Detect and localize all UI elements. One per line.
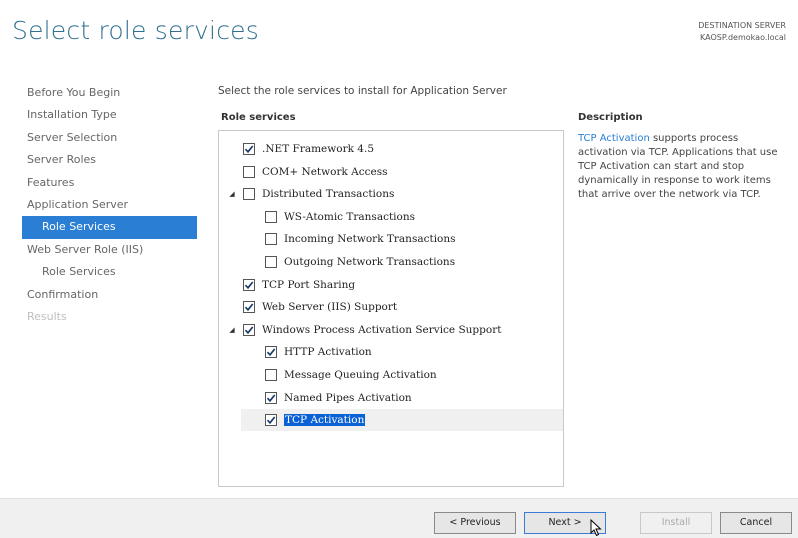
role-service-label: COM+ Network Access [262,165,388,178]
role-service-row[interactable]: Web Server (IIS) Support [219,296,563,318]
nav-application-server[interactable]: Application Server [22,194,197,216]
checkmark-icon [244,303,254,312]
cancel-button[interactable]: Cancel [720,512,792,534]
install-button: Install [640,512,712,534]
nav-web-role-services[interactable]: Role Services [22,261,197,283]
role-services-tree[interactable]: .NET Framework 4.5 COM+ Network Access ◢ Di… [218,130,564,487]
nav-features[interactable]: Features [22,172,197,194]
role-service-label: TCP Port Sharing [262,278,356,291]
role-service-checkbox[interactable] [265,256,277,268]
role-service-checkbox[interactable] [265,233,277,246]
role-service-label: WS-Atomic Transactions [284,210,416,223]
role-service-checkbox[interactable] [265,391,277,404]
role-service-row[interactable]: ◢ Distributed Transactions [219,183,563,205]
description-link[interactable]: TCP Activation [578,133,650,144]
role-service-checkbox[interactable] [243,165,255,178]
role-service-checkbox[interactable] [265,369,277,381]
role-service-label: .NET Framework 4.5 [262,143,374,155]
role-service-checkbox[interactable] [243,301,255,314]
destination-server-name: KAOSP.demokao.local [700,33,786,42]
role-service-checkbox[interactable] [265,210,277,223]
role-service-row[interactable]: TCP Port Sharing [219,274,563,296]
page-title: Select role services [12,16,259,45]
role-service-label: Distributed Transactions [262,188,395,201]
nav-before-you-begin[interactable]: Before You Begin [22,82,197,104]
instruction-text: Select the role services to install for … [218,85,507,97]
checkmark-icon [244,145,254,154]
role-service-label: TCP Activation [284,414,366,427]
expand-triangle-icon[interactable]: ◢ [227,190,237,198]
nav-server-selection[interactable]: Server Selection [22,127,197,149]
role-service-label: Windows Process Activation Service Suppo… [262,323,502,336]
nav-results: Results [27,309,67,323]
description-header: Description [578,112,643,123]
role-service-row[interactable]: .NET Framework 4.5 [219,138,563,160]
checkmark-icon [266,416,276,425]
role-service-label: Outgoing Network Transactions [284,256,456,268]
role-service-checkbox[interactable] [243,278,255,291]
role-service-row[interactable]: Incoming Network Transactions [219,228,563,250]
role-service-row[interactable]: COM+ Network Access [219,161,563,183]
role-service-label: Named Pipes Activation [284,391,412,404]
mouse-pointer-icon [590,519,602,537]
role-service-row[interactable]: TCP Activation [241,409,563,432]
checkmark-icon [266,394,276,402]
expand-triangle-icon[interactable]: ◢ [227,326,237,334]
role-service-checkbox[interactable] [265,414,277,427]
nav-server-roles[interactable]: Server Roles [22,149,197,171]
role-service-row[interactable]: ◢ Windows Process Activation Service Supp… [219,319,563,341]
role-service-label: Web Server (IIS) Support [262,301,398,314]
destination-server: DESTINATION SERVER KAOSP.demokao.local [698,20,786,44]
role-service-label: Message Queuing Activation [284,369,437,381]
checkmark-icon [244,281,254,289]
role-service-row[interactable]: HTTP Activation [219,341,563,363]
destination-label: DESTINATION SERVER [698,21,786,30]
role-services-header: Role services [221,112,296,123]
role-service-checkbox[interactable] [243,188,255,201]
role-service-label: HTTP Activation [284,346,372,359]
role-service-checkbox[interactable] [243,143,255,155]
wizard-footer: < Previous Next > Install Cancel [0,498,798,538]
role-service-row[interactable]: WS-Atomic Transactions [219,206,563,228]
wizard-nav: Before You Begin Installation Type Serve… [22,82,197,328]
nav-app-role-services[interactable]: Role Services [22,216,197,239]
role-service-checkbox[interactable] [265,346,277,359]
nav-confirmation[interactable]: Confirmation [22,284,197,306]
checkmark-icon [244,326,254,334]
role-service-checkbox[interactable] [243,323,255,336]
role-service-label: Incoming Network Transactions [284,233,456,246]
role-service-row[interactable]: Message Queuing Activation [219,364,563,386]
description-text: TCP Activation supports process activati… [578,132,788,202]
role-service-row[interactable]: Named Pipes Activation [219,387,563,409]
role-service-row[interactable]: Outgoing Network Transactions [219,251,563,273]
previous-button[interactable]: < Previous [434,512,516,534]
nav-installation-type[interactable]: Installation Type [22,104,197,126]
checkmark-icon [266,348,276,357]
nav-web-server-role[interactable]: Web Server Role (IIS) [22,239,197,261]
